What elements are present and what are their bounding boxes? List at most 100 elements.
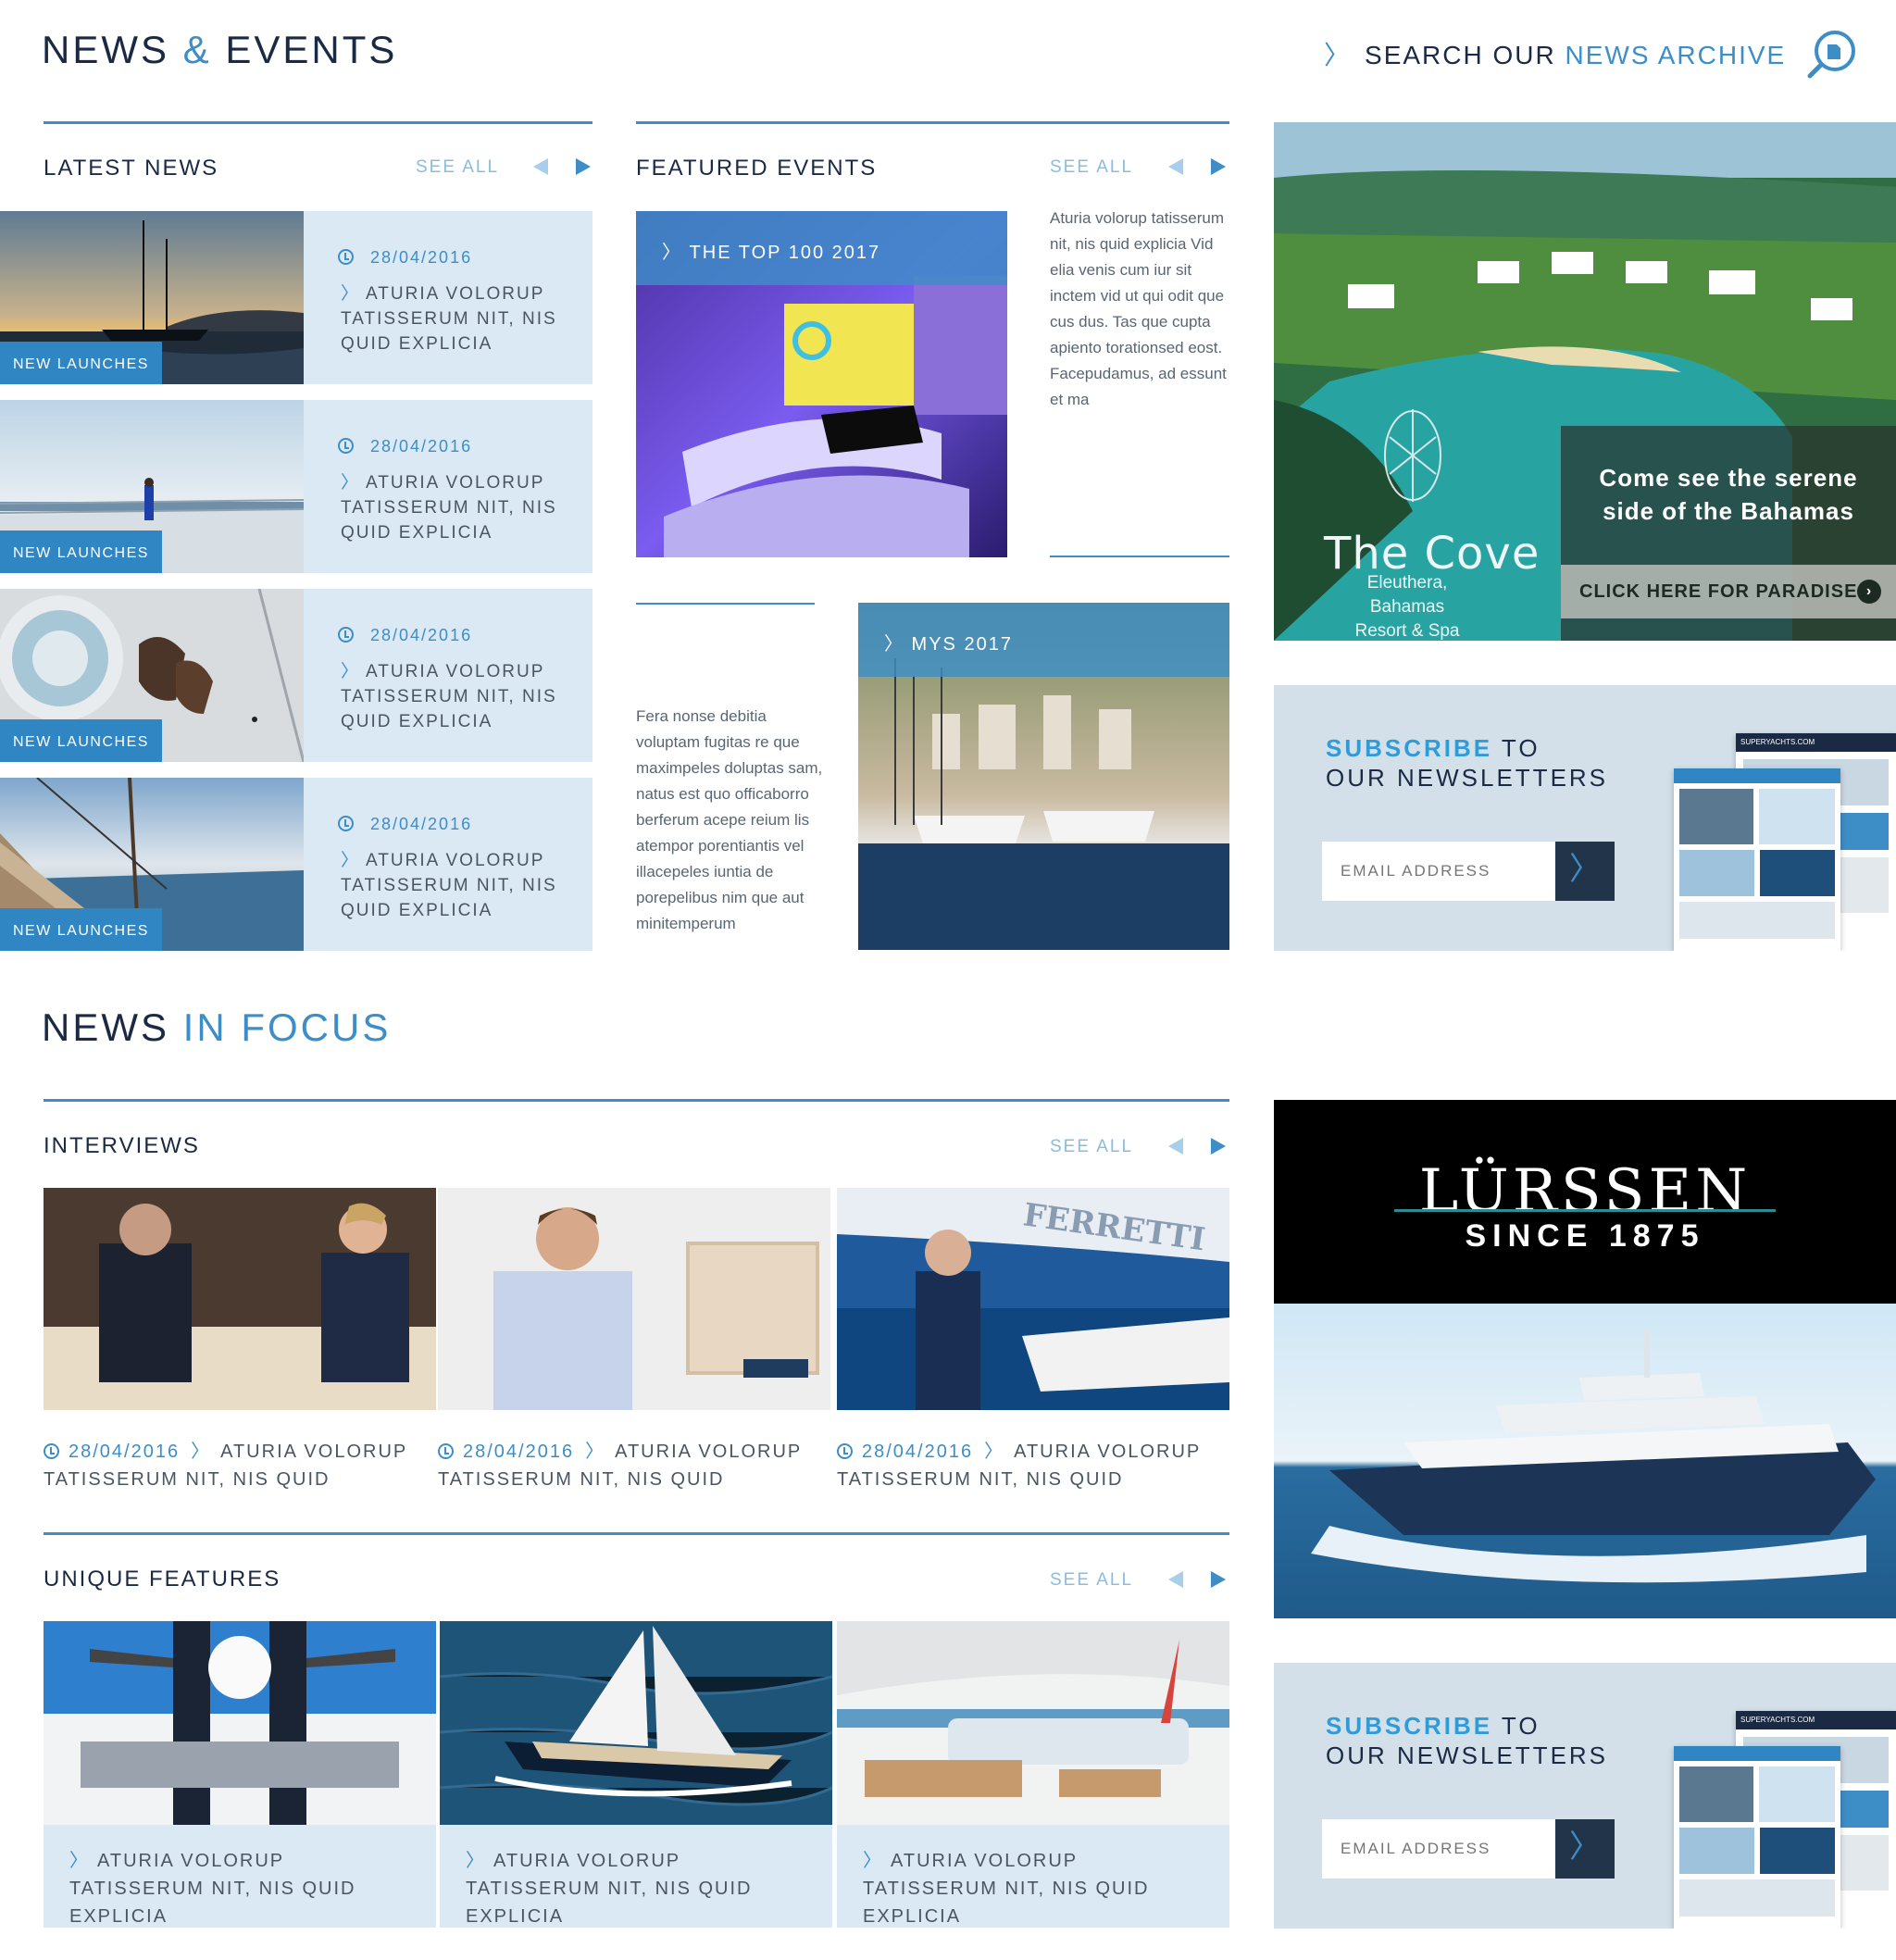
subscribe-highlight: SUBSCRIBE — [1326, 734, 1493, 762]
chevron-right-icon: 〉 — [466, 1851, 486, 1871]
prev-arrow-icon[interactable] — [1168, 1138, 1183, 1155]
magazine-masthead: SUPERYACHTS.COM — [1736, 733, 1896, 752]
news-item[interactable]: NEW LAUNCHES 28/04/2016 〉 ATURIA VOLORUP … — [0, 589, 592, 762]
couple-sofa-image — [44, 1188, 436, 1410]
interview-headline-line2: TATISSERUM NIT, NIS QUID — [438, 1469, 725, 1490]
subscribe-heading: SUBSCRIBE TO OUR NEWSLETTERS — [1326, 1711, 1608, 1770]
next-arrow-icon[interactable] — [576, 158, 591, 175]
feature-headline-text: ATURIA VOLORUP TATISSERUM NIT, NIS QUID … — [466, 1851, 753, 1927]
ad-lurssen-logo: LÜRSSEN — [1418, 1157, 1752, 1226]
event-card-top100[interactable]: 〉 THE TOP 100 2017 — [636, 211, 1007, 557]
newsletter-subscribe: SUBSCRIBE TO OUR NEWSLETTERS 〉 SUPERYACH… — [1274, 685, 1896, 951]
category-badge[interactable]: NEW LAUNCHES — [0, 719, 162, 762]
interview-meta: 28/04/2016 〉 ATURIA VOLORUP TATISSERUM NIT… — [438, 1438, 830, 1493]
news-item[interactable]: NEW LAUNCHES 28/04/2016 〉 ATURIA VOLORUP … — [0, 211, 592, 384]
chevron-right-icon: 〉 — [69, 1851, 90, 1871]
interview-meta: 28/04/2016 〉 ATURIA VOLORUP TATISSERUM NIT… — [44, 1438, 436, 1493]
prev-arrow-icon[interactable] — [1168, 158, 1183, 175]
prev-arrow-icon[interactable] — [533, 158, 548, 175]
latest-news-see-all[interactable]: SEE ALL — [416, 157, 499, 178]
section-rule — [44, 121, 592, 124]
interview-date: 28/04/2016 — [837, 1442, 973, 1462]
clock-icon — [338, 249, 354, 265]
section-rule — [44, 1099, 1229, 1102]
clock-icon — [837, 1443, 853, 1459]
ad-cove-tagline: Come see the serene side of the Bahamas — [1561, 461, 1896, 528]
news-date: 28/04/2016 — [338, 437, 472, 456]
news-headline-text: ATURIA VOLORUP TATISSERUM NIT, NIS QUID … — [341, 473, 557, 543]
ad-banner-the-cove[interactable]: The Cove Eleuthera, Bahamas Resort & Spa… — [1274, 122, 1896, 641]
unique-features-see-all[interactable]: SEE ALL — [1050, 1570, 1133, 1591]
interview-date-text: 28/04/2016 — [69, 1442, 181, 1462]
category-badge[interactable]: NEW LAUNCHES — [0, 531, 162, 573]
next-arrow-icon[interactable] — [1211, 158, 1226, 175]
chevron-right-icon: 〉 — [863, 1851, 883, 1871]
arrow-circle-icon: › — [1857, 580, 1881, 604]
category-badge[interactable]: NEW LAUNCHES — [0, 908, 162, 951]
category-badge[interactable]: NEW LAUNCHES — [0, 342, 162, 384]
ad-banner-lurssen[interactable]: LÜRSSEN SINCE 1875 — [1274, 1100, 1896, 1618]
interview-headline: ATURIA VOLORUP — [615, 1442, 803, 1462]
chevron-right-icon: 〉 — [984, 1442, 1005, 1462]
news-date-text: 28/04/2016 — [370, 626, 473, 644]
feature-card[interactable]: 〉 ATURIA VOLORUP TATISSERUM NIT, NIS QUID… — [440, 1621, 832, 1928]
news-item[interactable]: NEW LAUNCHES 28/04/2016 〉 ATURIA VOLORUP … — [0, 778, 592, 951]
event-label: 〉 MYS 2017 — [858, 603, 1229, 677]
next-arrow-icon[interactable] — [1211, 1571, 1226, 1588]
yacht-sundeck-image — [44, 1621, 436, 1825]
email-field[interactable] — [1322, 1819, 1555, 1879]
subscribe-submit-button[interactable]: 〉 — [1555, 842, 1615, 901]
chevron-right-icon: 〉 — [341, 473, 361, 493]
news-headline-text: ATURIA VOLORUP TATISSERUM NIT, NIS QUID … — [341, 284, 557, 354]
interview-image — [438, 1188, 830, 1410]
focus-title-highlight: IN FOCUS — [182, 1005, 392, 1049]
interview-card[interactable]: 28/04/2016 〉 ATURIA VOLORUP TATISSERUM NIT… — [438, 1188, 830, 1493]
feature-card[interactable]: 〉 ATURIA VOLORUP TATISSERUM NIT, NIS QUID… — [44, 1621, 436, 1928]
news-headline[interactable]: 〉 ATURIA VOLORUP TATISSERUM NIT, NIS QUID… — [341, 281, 572, 356]
news-headline-text: ATURIA VOLORUP TATISSERUM NIT, NIS QUID … — [341, 662, 557, 731]
chevron-right-icon: 〉 — [341, 851, 361, 870]
unique-features-title: UNIQUE FEATURES — [44, 1567, 281, 1592]
news-item[interactable]: NEW LAUNCHES 28/04/2016 〉 ATURIA VOLORUP … — [0, 400, 592, 573]
news-headline[interactable]: 〉 ATURIA VOLORUP TATISSERUM NIT, NIS QUID… — [341, 659, 572, 734]
clock-icon — [338, 816, 354, 831]
featured-events-see-all[interactable]: SEE ALL — [1050, 157, 1133, 178]
page-title-amp: & — [182, 28, 212, 71]
subscribe-submit-button[interactable]: 〉 — [1555, 1819, 1615, 1879]
ad-cove-subtitle: Eleuthera, Bahamas Resort & Spa — [1328, 571, 1487, 641]
ad-cove-tagline-line: side of the Bahamas — [1603, 497, 1854, 525]
interviews-see-all[interactable]: SEE ALL — [1050, 1137, 1133, 1157]
news-in-focus-title: NEWS IN FOCUS — [42, 1005, 391, 1050]
search-link-text: SEARCH OUR — [1365, 41, 1556, 69]
superyacht-image — [1274, 1304, 1896, 1618]
prev-arrow-icon[interactable] — [1168, 1571, 1183, 1588]
event-description: Fera nonse debitia voluptam fugitas re q… — [636, 707, 823, 932]
event-card-mys[interactable]: 〉 MYS 2017 — [858, 603, 1229, 950]
interview-meta: 28/04/2016 〉 ATURIA VOLORUP TATISSERUM NIT… — [837, 1438, 1229, 1493]
interview-image: FERRETTI — [837, 1188, 1229, 1410]
search-link-text-highlight: NEWS ARCHIVE — [1565, 41, 1787, 69]
interview-headline: ATURIA VOLORUP — [220, 1442, 408, 1462]
news-date-text: 28/04/2016 — [370, 248, 473, 267]
news-date: 28/04/2016 — [338, 248, 472, 268]
ad-cove-cta-button[interactable]: CLICK HERE FOR PARADISE › — [1561, 565, 1896, 618]
event-label: 〉 THE TOP 100 2017 — [636, 211, 1007, 285]
search-archive-link[interactable]: 〉 SEARCH OUR NEWS ARCHIVE — [1324, 35, 1786, 72]
feature-headline: 〉 ATURIA VOLORUP TATISSERUM NIT, NIS QUID… — [44, 1825, 436, 1930]
news-date: 28/04/2016 — [338, 626, 472, 645]
clock-icon — [438, 1443, 454, 1459]
ad-cove-subtitle-line: Eleuthera, Bahamas — [1366, 573, 1448, 617]
feature-image — [440, 1621, 832, 1825]
feature-image — [837, 1621, 1229, 1825]
news-headline[interactable]: 〉 ATURIA VOLORUP TATISSERUM NIT, NIS QUID… — [341, 848, 572, 923]
interview-card[interactable]: FERRETTI 28/04/2016 〉 ATURIA VOLORUP TATIS… — [837, 1188, 1229, 1493]
interview-card[interactable]: 28/04/2016 〉 ATURIA VOLORUP TATISSERUM NIT… — [44, 1188, 436, 1493]
next-arrow-icon[interactable] — [1211, 1138, 1226, 1155]
feature-headline-text: ATURIA VOLORUP TATISSERUM NIT, NIS QUID … — [863, 1851, 1150, 1927]
feature-card[interactable]: 〉 ATURIA VOLORUP TATISSERUM NIT, NIS QUID… — [837, 1621, 1229, 1928]
email-field[interactable] — [1322, 842, 1555, 901]
news-headline[interactable]: 〉 ATURIA VOLORUP TATISSERUM NIT, NIS QUID… — [341, 470, 572, 545]
feature-headline-text: ATURIA VOLORUP TATISSERUM NIT, NIS QUID … — [69, 1851, 356, 1927]
page-title: NEWS & EVENTS — [42, 28, 397, 72]
search-icon[interactable] — [1805, 28, 1857, 80]
